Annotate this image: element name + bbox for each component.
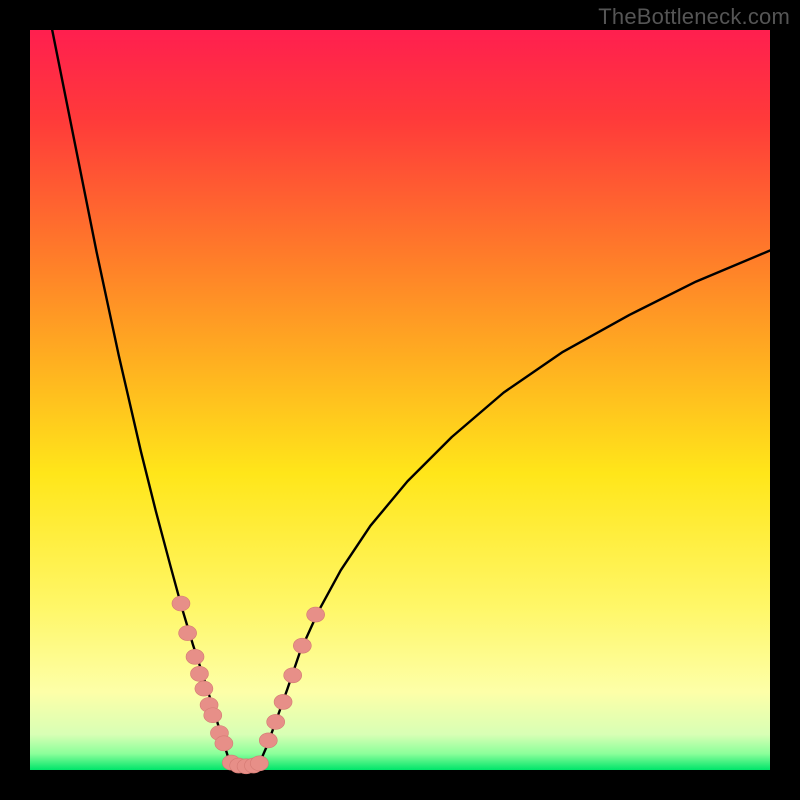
marker-dot [284, 668, 302, 683]
marker-dot [259, 733, 277, 748]
marker-dot [190, 666, 208, 681]
marker-dot [195, 681, 213, 696]
watermark-label: TheBottleneck.com [598, 4, 790, 30]
marker-dot [250, 756, 268, 771]
plot-background [30, 30, 770, 770]
marker-dot [179, 626, 197, 641]
chart-container: TheBottleneck.com [0, 0, 800, 800]
marker-dot [186, 649, 204, 664]
marker-dot [204, 708, 222, 723]
marker-dot [172, 596, 190, 611]
marker-dot [267, 714, 285, 729]
marker-dot [274, 694, 292, 709]
bottleneck-chart [0, 0, 800, 800]
marker-dot [293, 638, 311, 653]
marker-dot [307, 607, 325, 622]
marker-dot [215, 736, 233, 751]
